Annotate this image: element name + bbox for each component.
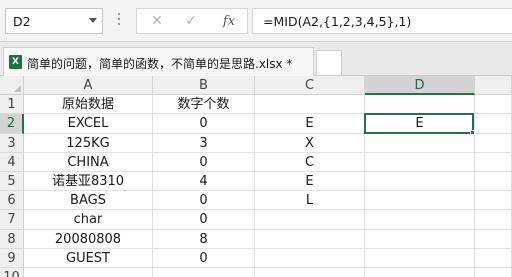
cell-b4[interactable]: 0: [153, 153, 255, 172]
cell-d10[interactable]: [365, 268, 475, 277]
cell-b5[interactable]: 4: [153, 172, 255, 191]
formula-controls: ✕ ✓ fx: [136, 8, 248, 34]
cell-c4[interactable]: C: [255, 153, 365, 172]
cell-filler-10[interactable]: [475, 268, 512, 277]
cell-c2[interactable]: E: [255, 114, 365, 134]
cell-d4[interactable]: [365, 153, 475, 172]
cell-c6[interactable]: L: [255, 191, 365, 210]
cell-d3[interactable]: [365, 134, 475, 153]
formula-text: =MID(A2,{1,2,3,4,5},1): [263, 14, 412, 29]
cell-a8[interactable]: 20080808: [24, 230, 153, 249]
cell-filler-9[interactable]: [475, 249, 512, 268]
row-header-1[interactable]: 1: [0, 95, 24, 114]
cell-b9[interactable]: 0: [153, 249, 255, 268]
cell-filler-1[interactable]: [475, 95, 512, 114]
cell-d2[interactable]: E: [365, 114, 475, 134]
formula-input[interactable]: =MID(A2,{1,2,3,4,5},1): [252, 8, 512, 34]
row-header-10[interactable]: 10: [0, 268, 24, 277]
spreadsheet-grid: A B C D 1 原始数据 数字个数 2 EXCEL 0 E E 3 125KG 3 X 4 CHINA 0 C 5 诺…: [0, 76, 512, 277]
enter-icon[interactable]: ✓: [177, 9, 205, 33]
cell-d8[interactable]: [365, 230, 475, 249]
document-tab-strip: X 简单的问题，简单的函数，不简单的是思路.xlsx *: [0, 42, 512, 76]
cell-a4[interactable]: CHINA: [24, 153, 153, 172]
column-header-c[interactable]: C: [255, 76, 365, 95]
cell-filler-3[interactable]: [475, 134, 512, 153]
document-tab-title: 简单的问题，简单的函数，不简单的是思路.xlsx *: [27, 57, 293, 71]
cell-a2[interactable]: EXCEL: [24, 114, 153, 134]
row-header-3[interactable]: 3: [0, 134, 24, 153]
column-header-d[interactable]: D: [365, 76, 475, 95]
cell-c10[interactable]: [255, 268, 365, 277]
select-all-button[interactable]: [0, 76, 24, 95]
new-tab-button[interactable]: [316, 50, 342, 76]
fill-handle[interactable]: [470, 130, 475, 135]
cell-b7[interactable]: 0: [153, 210, 255, 230]
row-header-5[interactable]: 5: [0, 172, 24, 191]
cell-c8[interactable]: [255, 230, 365, 249]
cell-c5[interactable]: E: [255, 172, 365, 191]
cancel-icon[interactable]: ✕: [143, 9, 171, 33]
cell-a9[interactable]: GUEST: [24, 249, 153, 268]
cell-d5[interactable]: [365, 172, 475, 191]
cell-a6[interactable]: BAGS: [24, 191, 153, 210]
insert-function-icon[interactable]: fx: [215, 9, 243, 33]
cell-c7[interactable]: [255, 210, 365, 230]
cell-d6[interactable]: [365, 191, 475, 210]
cell-d9[interactable]: [365, 249, 475, 268]
cell-c3[interactable]: X: [255, 134, 365, 153]
resize-handle-icon[interactable]: [118, 13, 121, 29]
row-header-4[interactable]: 4: [0, 153, 24, 172]
name-box-value: D2: [13, 14, 31, 29]
cell-d1[interactable]: [365, 95, 475, 114]
row-header-6[interactable]: 6: [0, 191, 24, 210]
cell-a1[interactable]: 原始数据: [24, 95, 153, 114]
document-tab[interactable]: X 简单的问题，简单的函数，不简单的是思路.xlsx *: [3, 47, 314, 76]
cell-filler-4[interactable]: [475, 153, 512, 172]
cell-b2[interactable]: 0: [153, 114, 255, 134]
row-header-9[interactable]: 9: [0, 249, 24, 268]
row-header-7[interactable]: 7: [0, 210, 24, 230]
cell-a7[interactable]: char: [24, 210, 153, 230]
name-box[interactable]: D2: [5, 8, 103, 34]
cell-filler-6[interactable]: [475, 191, 512, 210]
row-header-8[interactable]: 8: [0, 230, 24, 249]
chevron-down-icon[interactable]: [89, 18, 97, 23]
cell-b6[interactable]: 0: [153, 191, 255, 210]
row-header-2[interactable]: 2: [0, 114, 24, 134]
cell-a3[interactable]: 125KG: [24, 134, 153, 153]
cell-filler-8[interactable]: [475, 230, 512, 249]
cell-b1[interactable]: 数字个数: [153, 95, 255, 114]
cell-filler-7[interactable]: [475, 210, 512, 230]
column-header-a[interactable]: A: [24, 76, 153, 95]
cell-a5[interactable]: 诺基亚8310: [24, 172, 153, 191]
cell-d7[interactable]: [365, 210, 475, 230]
column-header-b[interactable]: B: [153, 76, 255, 95]
cell-b3[interactable]: 3: [153, 134, 255, 153]
column-header-filler: [475, 76, 512, 95]
cell-c9[interactable]: [255, 249, 365, 268]
cell-filler-2[interactable]: [475, 114, 512, 134]
cell-c1[interactable]: [255, 95, 365, 114]
formula-bar: D2 ✕ ✓ fx =MID(A2,{1,2,3,4,5},1): [0, 0, 512, 42]
cell-b10[interactable]: [153, 268, 255, 277]
cell-a10[interactable]: [24, 268, 153, 277]
excel-file-icon: X: [9, 55, 22, 69]
cell-filler-5[interactable]: [475, 172, 512, 191]
cell-b8[interactable]: 8: [153, 230, 255, 249]
